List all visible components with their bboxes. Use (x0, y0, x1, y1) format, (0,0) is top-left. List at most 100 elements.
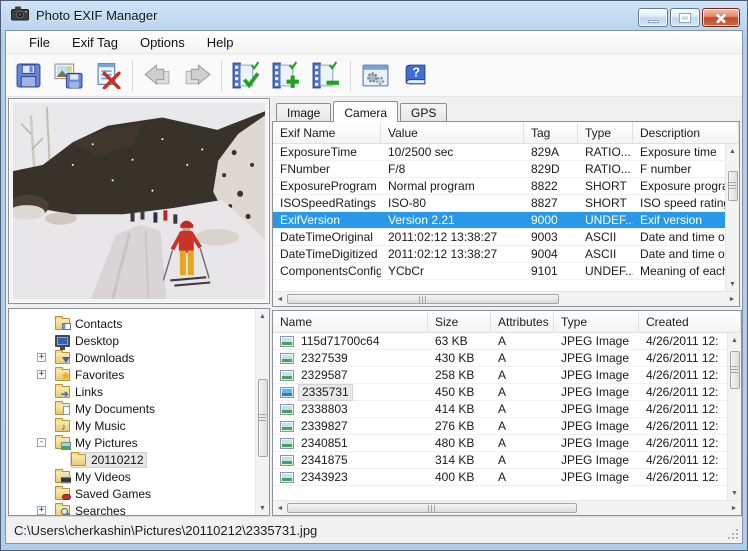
maximize-button[interactable] (670, 8, 700, 27)
file-row[interactable]: 2341875314 KBAJPEG Image4/26/2011 12: (273, 452, 727, 469)
column-header-tag[interactable]: Tag (524, 122, 578, 143)
column-header-value[interactable]: Value (381, 122, 524, 143)
jpeg-thumbnail-icon (280, 336, 294, 347)
delete-exif-button[interactable] (88, 57, 128, 95)
menu-options[interactable]: Options (129, 32, 196, 53)
tree-item-favorites[interactable]: + Favorites (9, 366, 255, 383)
cell-exif-name: DateTimeDigitized (273, 247, 381, 261)
exif-remove-icon (311, 61, 342, 90)
scroll-left-icon[interactable] (273, 501, 287, 515)
file-row[interactable]: 2338803414 KBAJPEG Image4/26/2011 12: (273, 401, 727, 418)
close-button[interactable] (702, 8, 740, 27)
expand-icon[interactable]: + (37, 353, 46, 362)
tree-item-my-documents[interactable]: My Documents (9, 400, 255, 417)
column-header-attributes[interactable]: Attributes (491, 311, 554, 332)
client-area: File Exif Tag Options Help (5, 30, 743, 544)
scrollbar-thumb[interactable] (728, 171, 738, 201)
cell-value: 2011:02:12 13:38:27 (381, 247, 524, 261)
options-button[interactable] (355, 57, 395, 95)
table-row[interactable]: ISOSpeedRatingsISO-808827SHORTISO speed … (273, 195, 725, 212)
toolbar-separator (350, 61, 351, 91)
cell-value: YCbCr (381, 264, 524, 278)
exif-check-button[interactable] (226, 57, 266, 95)
tree-item-searches[interactable]: + Searches (9, 502, 255, 515)
table-row[interactable]: ExposureProgramNormal program8822SHORTEx… (273, 178, 725, 195)
scrollbar-thumb[interactable] (287, 294, 559, 304)
tree-item-downloads[interactable]: + Downloads (9, 349, 255, 366)
exif-horizontal-scrollbar[interactable] (273, 291, 739, 306)
files-horizontal-scrollbar[interactable] (273, 500, 741, 515)
menu-exif-tag[interactable]: Exif Tag (61, 32, 129, 53)
next-image-button[interactable] (177, 57, 217, 95)
scroll-right-icon[interactable] (727, 501, 741, 515)
scroll-up-icon[interactable] (726, 144, 740, 158)
scrollbar-thumb[interactable] (730, 351, 740, 389)
scroll-right-icon[interactable] (725, 292, 739, 306)
tree-item-my-videos[interactable]: My Videos (9, 468, 255, 485)
tree-item-desktop[interactable]: Desktop (9, 332, 255, 349)
collapse-icon[interactable]: - (37, 438, 46, 447)
tree-item-my-pictures[interactable]: - My Pictures (9, 434, 255, 451)
column-header-exif-name[interactable]: Exif Name (273, 122, 381, 143)
tree-item-contacts[interactable]: Contacts (9, 315, 255, 332)
column-header-size[interactable]: Size (428, 311, 491, 332)
file-row[interactable]: 2329587258 KBAJPEG Image4/26/2011 12: (273, 367, 727, 384)
tree-item-links[interactable]: Links (9, 383, 255, 400)
jpeg-thumbnail-icon (280, 438, 294, 449)
table-row[interactable]: ComponentsConfig...YCbCr9101UNDEF...Mean… (273, 263, 725, 280)
table-row-selected[interactable]: ExifVersionVersion 2.219000UNDEF...Exif … (273, 212, 725, 229)
tree-item-20110212[interactable]: 20110212 (9, 451, 255, 468)
tree-item-saved-games[interactable]: Saved Games (9, 485, 255, 502)
file-row[interactable]: 2343923400 KBAJPEG Image4/26/2011 12: (273, 469, 727, 486)
file-row[interactable]: 2327539430 KBAJPEG Image4/26/2011 12: (273, 350, 727, 367)
exif-add-button[interactable] (266, 57, 306, 95)
minimize-button[interactable] (638, 8, 668, 27)
file-row-selected[interactable]: 2335731450 KBAJPEG Image4/26/2011 12: (273, 384, 727, 401)
cell-description: Date and time of original (633, 230, 725, 244)
file-row[interactable]: 115d71700c6463 KBAJPEG Image4/26/2011 12… (273, 333, 727, 350)
tab-gps[interactable]: GPS (400, 103, 447, 121)
cell-exif-name: ISOSpeedRatings (273, 196, 381, 210)
files-vertical-scrollbar[interactable] (727, 333, 741, 500)
scrollbar-thumb[interactable] (287, 503, 577, 513)
table-row[interactable]: DateTimeOriginal2011:02:12 13:38:279003A… (273, 229, 725, 246)
column-header-description[interactable]: Description (633, 122, 739, 143)
table-row[interactable]: DateTimeDigitized2011:02:12 13:38:279004… (273, 246, 725, 263)
expand-icon[interactable]: + (37, 506, 46, 515)
cell-value: 10/2500 sec (381, 145, 524, 159)
tab-image[interactable]: Image (276, 103, 331, 121)
scroll-down-icon[interactable] (728, 486, 742, 500)
scroll-down-icon[interactable] (726, 277, 740, 291)
column-header-name[interactable]: Name (273, 311, 428, 332)
title-bar[interactable]: Photo EXIF Manager (5, 1, 743, 30)
file-row[interactable]: 2339827276 KBAJPEG Image4/26/2011 12: (273, 418, 727, 435)
scrollbar-thumb[interactable] (258, 379, 268, 457)
svg-text:?: ? (412, 66, 420, 80)
save-button[interactable] (8, 57, 48, 95)
scroll-up-icon[interactable] (728, 333, 742, 347)
table-row[interactable]: FNumberF/8829DRATIO...F number (273, 161, 725, 178)
column-header-type[interactable]: Type (578, 122, 633, 143)
save-image-button[interactable] (48, 57, 88, 95)
help-button[interactable]: ? (395, 57, 435, 95)
resize-grip[interactable] (736, 537, 738, 539)
column-header-type[interactable]: Type (554, 311, 639, 332)
previous-image-button[interactable] (137, 57, 177, 95)
file-row[interactable]: 2340851480 KBAJPEG Image4/26/2011 12: (273, 435, 727, 452)
cell-value: F/8 (381, 162, 524, 176)
expand-icon[interactable]: + (37, 370, 46, 379)
exif-remove-button[interactable] (306, 57, 346, 95)
table-row[interactable]: ExposureTime10/2500 sec829ARATIO...Expos… (273, 144, 725, 161)
tree-item-my-music[interactable]: My Music (9, 417, 255, 434)
exif-vertical-scrollbar[interactable] (725, 144, 739, 291)
menu-file[interactable]: File (18, 32, 61, 53)
scroll-down-icon[interactable] (256, 501, 270, 515)
scroll-up-icon[interactable] (256, 309, 270, 323)
column-header-created[interactable]: Created (639, 311, 741, 332)
tab-camera[interactable]: Camera (333, 101, 398, 122)
cell-type: UNDEF... (578, 264, 633, 278)
menu-help[interactable]: Help (196, 32, 245, 53)
scroll-left-icon[interactable] (273, 292, 287, 306)
tree-vertical-scrollbar[interactable] (255, 309, 269, 515)
cell-type: ASCII (578, 230, 633, 244)
